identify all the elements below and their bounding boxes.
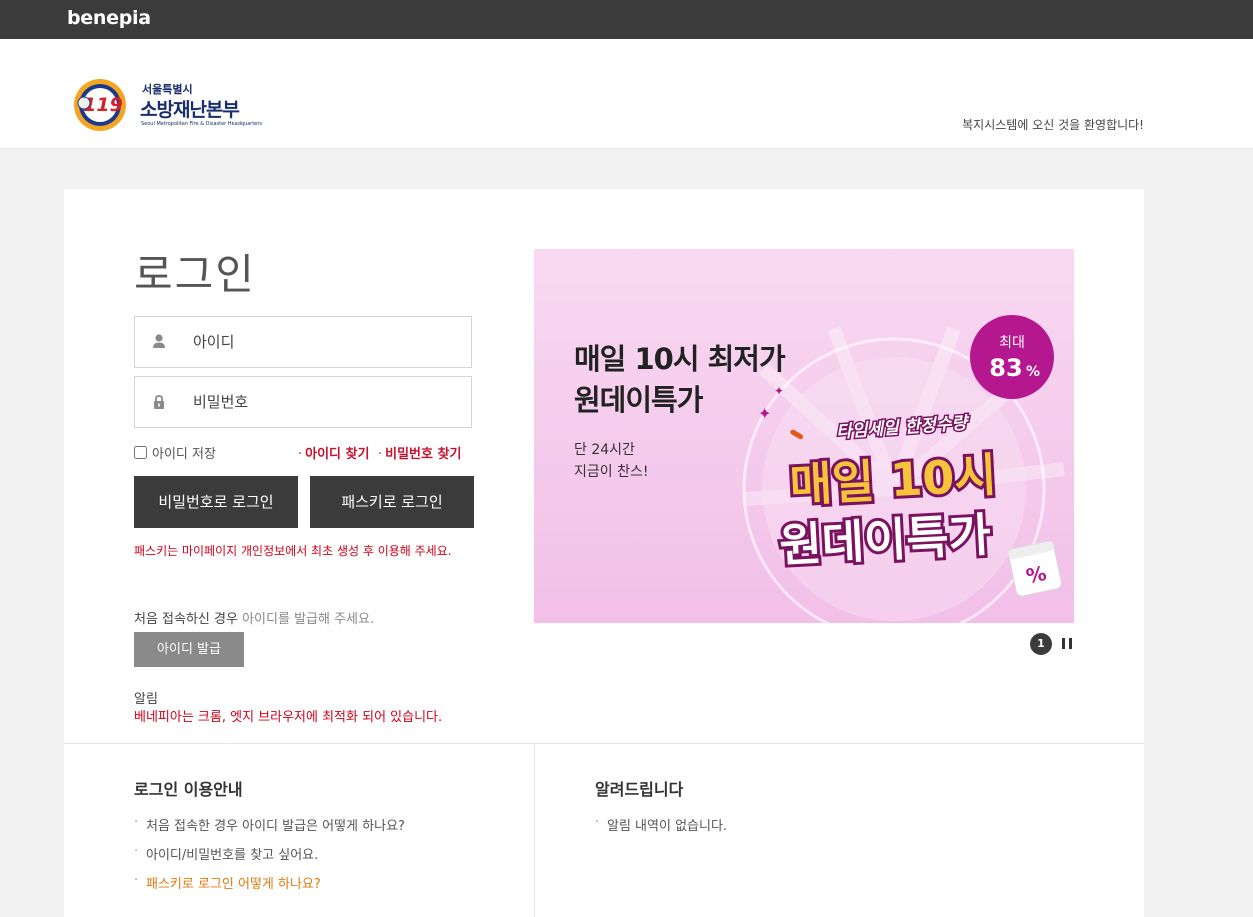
banner-pager: 1 — [1030, 633, 1072, 655]
banner-artwork: ✦ ✦ 타임세일 한정수량 매일 10시 원데이특가 최대 83 % % — [534, 249, 1074, 623]
badge-value: 83 — [989, 354, 1022, 382]
first-visit-suffix: 아이디를 발급해 주세요. — [242, 612, 375, 627]
guide-item[interactable]: 처음 접속한 경우 아이디 발급은 어떻게 하나요? — [134, 815, 405, 844]
fire-emblem-icon: 119 — [74, 79, 126, 131]
id-input[interactable] — [193, 318, 463, 366]
banner-headline: 매일 10시 최저가 원데이특가 — [574, 339, 786, 421]
user-icon — [153, 334, 165, 348]
welcome-message: 복지시스템에 오신 것을 환영합니다! — [962, 118, 1144, 132]
login-card: 로그인 아이디 저장 ·아이디 찾기 ·비밀번호 찾기 비밀번호로 로그인 패스… — [64, 189, 1144, 917]
notice-label: 알림 — [134, 692, 158, 707]
header: 119 서울특별시 소방재난본부 Seoul Metropolitan Fire… — [0, 39, 1253, 149]
notify-item: 알림 내역이 없습니다. — [595, 815, 727, 834]
column-divider — [534, 744, 535, 917]
remember-id-checkbox[interactable] — [134, 446, 147, 459]
banner-sub-line-1: 단 24시간 — [574, 442, 635, 458]
pause-icon[interactable] — [1062, 638, 1072, 650]
seoul-fire-logo[interactable]: 119 서울특별시 소방재난본부 Seoul Metropolitan Fire… — [70, 77, 262, 135]
badge-unit: % — [1026, 364, 1040, 380]
password-field[interactable] — [134, 376, 472, 428]
top-bar: benepia — [0, 0, 1253, 39]
first-visit-prefix: 처음 접속하신 경우 — [134, 612, 238, 627]
first-visit-text: 처음 접속하신 경우 아이디를 발급해 주세요. — [134, 608, 374, 627]
banner-sub-line-2: 지금이 찬스! — [574, 464, 649, 480]
benepia-logo[interactable]: benepia — [67, 7, 151, 29]
password-login-button[interactable]: 비밀번호로 로그인 — [134, 476, 298, 528]
notice-text: 베네피아는 크롬, 엣지 브라우저에 최적화 되어 있습니다. — [134, 710, 443, 725]
login-guide-list: 처음 접속한 경우 아이디 발급은 어떻게 하나요? 아이디/비밀번호를 찾고 … — [134, 815, 405, 902]
badge-top: 최대 — [999, 335, 1025, 351]
issue-id-button[interactable]: 아이디 발급 — [134, 632, 244, 667]
guide-item[interactable]: 패스키로 로그인 어떻게 하나요? — [134, 873, 405, 902]
section-divider — [64, 743, 1144, 744]
passkey-note: 패스키는 마이페이지 개인정보에서 최초 생성 후 이용해 주세요. — [134, 544, 452, 558]
promo-banner[interactable]: ✦ ✦ 타임세일 한정수량 매일 10시 원데이특가 최대 83 % % 매일 … — [534, 249, 1074, 623]
password-input[interactable] — [193, 378, 463, 426]
find-links: · 아이디 찾기 · 비밀번호 찾기 — [298, 447, 462, 462]
find-password-link[interactable]: 비밀번호 찾기 — [385, 447, 461, 462]
notify-list: 알림 내역이 없습니다. — [595, 815, 727, 834]
logo-org-name: 소방재난본부 — [140, 99, 240, 121]
id-field[interactable] — [134, 316, 472, 368]
notify-title: 알려드립니다 — [595, 780, 684, 799]
banner-big-line-1: 매일 10시 — [788, 448, 998, 513]
guide-item[interactable]: 아이디/비밀번호를 찾고 싶어요. — [134, 844, 405, 873]
pager-current[interactable]: 1 — [1030, 633, 1052, 655]
passkey-login-button[interactable]: 패스키로 로그인 — [310, 476, 474, 528]
banner-headline-line-2: 원데이특가 — [574, 383, 703, 417]
logo-english-name: Seoul Metropolitan Fire & Disaster Headq… — [141, 121, 263, 127]
banner-big-line-2: 원데이특가 — [778, 508, 992, 573]
calendar-icon: % — [1008, 541, 1062, 597]
login-guide-title: 로그인 이용안내 — [134, 780, 243, 799]
banner-subtext: 단 24시간 지금이 찬스! — [574, 439, 648, 483]
banner-headline-line-1: 매일 10시 최저가 — [574, 342, 786, 376]
lock-icon — [154, 395, 164, 409]
find-id-link[interactable]: 아이디 찾기 — [305, 447, 369, 462]
remember-id-label: 아이디 저장 — [152, 447, 216, 462]
remember-id[interactable]: 아이디 저장 — [134, 443, 216, 462]
login-title: 로그인 — [134, 250, 256, 299]
